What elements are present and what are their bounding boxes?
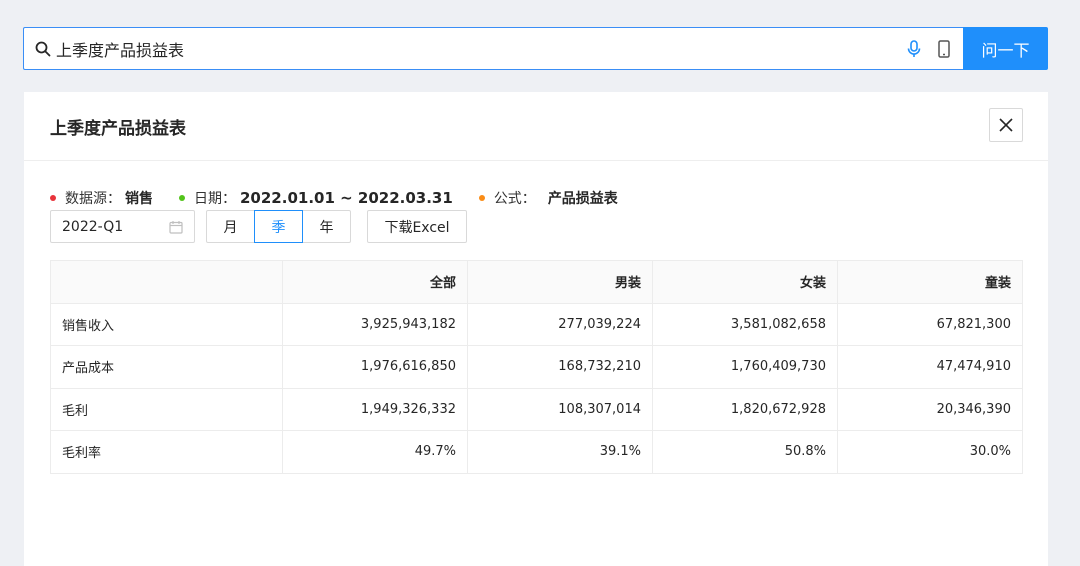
date-dot-icon <box>179 195 185 201</box>
column-header: 男装 <box>467 260 653 304</box>
source-dot-icon <box>50 195 56 201</box>
source-label: 数据源： <box>65 191 121 207</box>
table-cell: 1,760,409,730 <box>652 345 838 389</box>
period-quarter[interactable]: 季 <box>254 210 303 243</box>
close-icon <box>999 118 1013 132</box>
formula-dot-icon <box>478 195 485 201</box>
table-cell: 168,732,210 <box>467 345 653 389</box>
table-cell: 3,581,082,658 <box>652 302 838 346</box>
microphone-icon[interactable] <box>905 39 923 58</box>
formula-value: 产品损益表 <box>547 191 618 207</box>
search-bar: 问一下 <box>23 27 1048 70</box>
meta-row: 数据源： 销售 日期： 2022.01.01 ~ 2022.03.31 公式： … <box>50 188 644 208</box>
table-cell: 1,820,672,928 <box>652 387 838 431</box>
table-cell: 3,925,943,182 <box>282 302 468 346</box>
panel-title: 上季度产品损益表 <box>50 118 186 139</box>
table-row: 毛利率 49.7% 39.1% 50.8% 30.0% <box>50 430 1023 474</box>
search-input[interactable] <box>56 39 893 58</box>
column-header: 女装 <box>652 260 838 304</box>
quarter-picker-value: 2022-Q1 <box>62 218 124 235</box>
table-cell: 30.0% <box>837 430 1023 474</box>
table-row: 产品成本 1,976,616,850 168,732,210 1,760,409… <box>50 345 1023 389</box>
table-cell: 39.1% <box>467 430 653 474</box>
period-year[interactable]: 年 <box>302 210 351 243</box>
table-cell: 20,346,390 <box>837 387 1023 431</box>
period-switcher: 月 季 年 <box>206 210 351 243</box>
calendar-icon <box>169 220 183 234</box>
quarter-picker[interactable]: 2022-Q1 <box>50 210 195 243</box>
table-cell: 49.7% <box>282 430 468 474</box>
period-month[interactable]: 月 <box>206 210 255 243</box>
meta-source: 数据源： 销售 <box>50 188 153 208</box>
row-label: 毛利 <box>50 387 283 431</box>
table-header-row: 全部 男装 女装 童装 <box>50 260 1023 304</box>
table-cell: 108,307,014 <box>467 387 653 431</box>
download-excel-button[interactable]: 下载Excel <box>367 210 467 243</box>
table-cell: 67,821,300 <box>837 302 1023 346</box>
column-header <box>50 260 283 304</box>
table-cell: 1,976,616,850 <box>282 345 468 389</box>
row-label: 毛利率 <box>50 430 283 474</box>
row-label: 销售收入 <box>50 302 283 346</box>
meta-date: 日期： 2022.01.01 ~ 2022.03.31 <box>179 188 453 208</box>
table-cell: 50.8% <box>652 430 838 474</box>
table-cell: 277,039,224 <box>467 302 653 346</box>
date-label: 日期： <box>194 191 236 207</box>
mobile-phone-icon[interactable] <box>935 39 953 58</box>
report-panel: 上季度产品损益表 数据源： 销售 日期： 2022.01.01 ~ 2022.0… <box>24 92 1048 566</box>
table-cell: 47,474,910 <box>837 345 1023 389</box>
column-header: 童装 <box>837 260 1023 304</box>
meta-formula: 公式： 产品损益表 <box>478 188 618 208</box>
formula-label: 公式： <box>493 191 536 207</box>
ask-button[interactable]: 问一下 <box>963 27 1048 70</box>
panel-header: 上季度产品损益表 <box>24 92 1048 161</box>
table-row: 销售收入 3,925,943,182 277,039,224 3,581,082… <box>50 302 1023 346</box>
date-value: 2022.01.01 ~ 2022.03.31 <box>240 189 453 207</box>
row-label: 产品成本 <box>50 345 283 389</box>
controls: 2022-Q1 月 季 年 下载Excel <box>50 210 467 243</box>
column-header: 全部 <box>282 260 468 304</box>
table-cell: 1,949,326,332 <box>282 387 468 431</box>
search-box[interactable] <box>23 27 963 70</box>
pnl-table: 全部 男装 女装 童装 销售收入 3,925,943,182 277,039,2… <box>50 260 1023 474</box>
source-value: 销售 <box>125 191 153 207</box>
search-icon <box>34 40 52 58</box>
close-button[interactable] <box>989 108 1023 142</box>
table-row: 毛利 1,949,326,332 108,307,014 1,820,672,9… <box>50 387 1023 431</box>
